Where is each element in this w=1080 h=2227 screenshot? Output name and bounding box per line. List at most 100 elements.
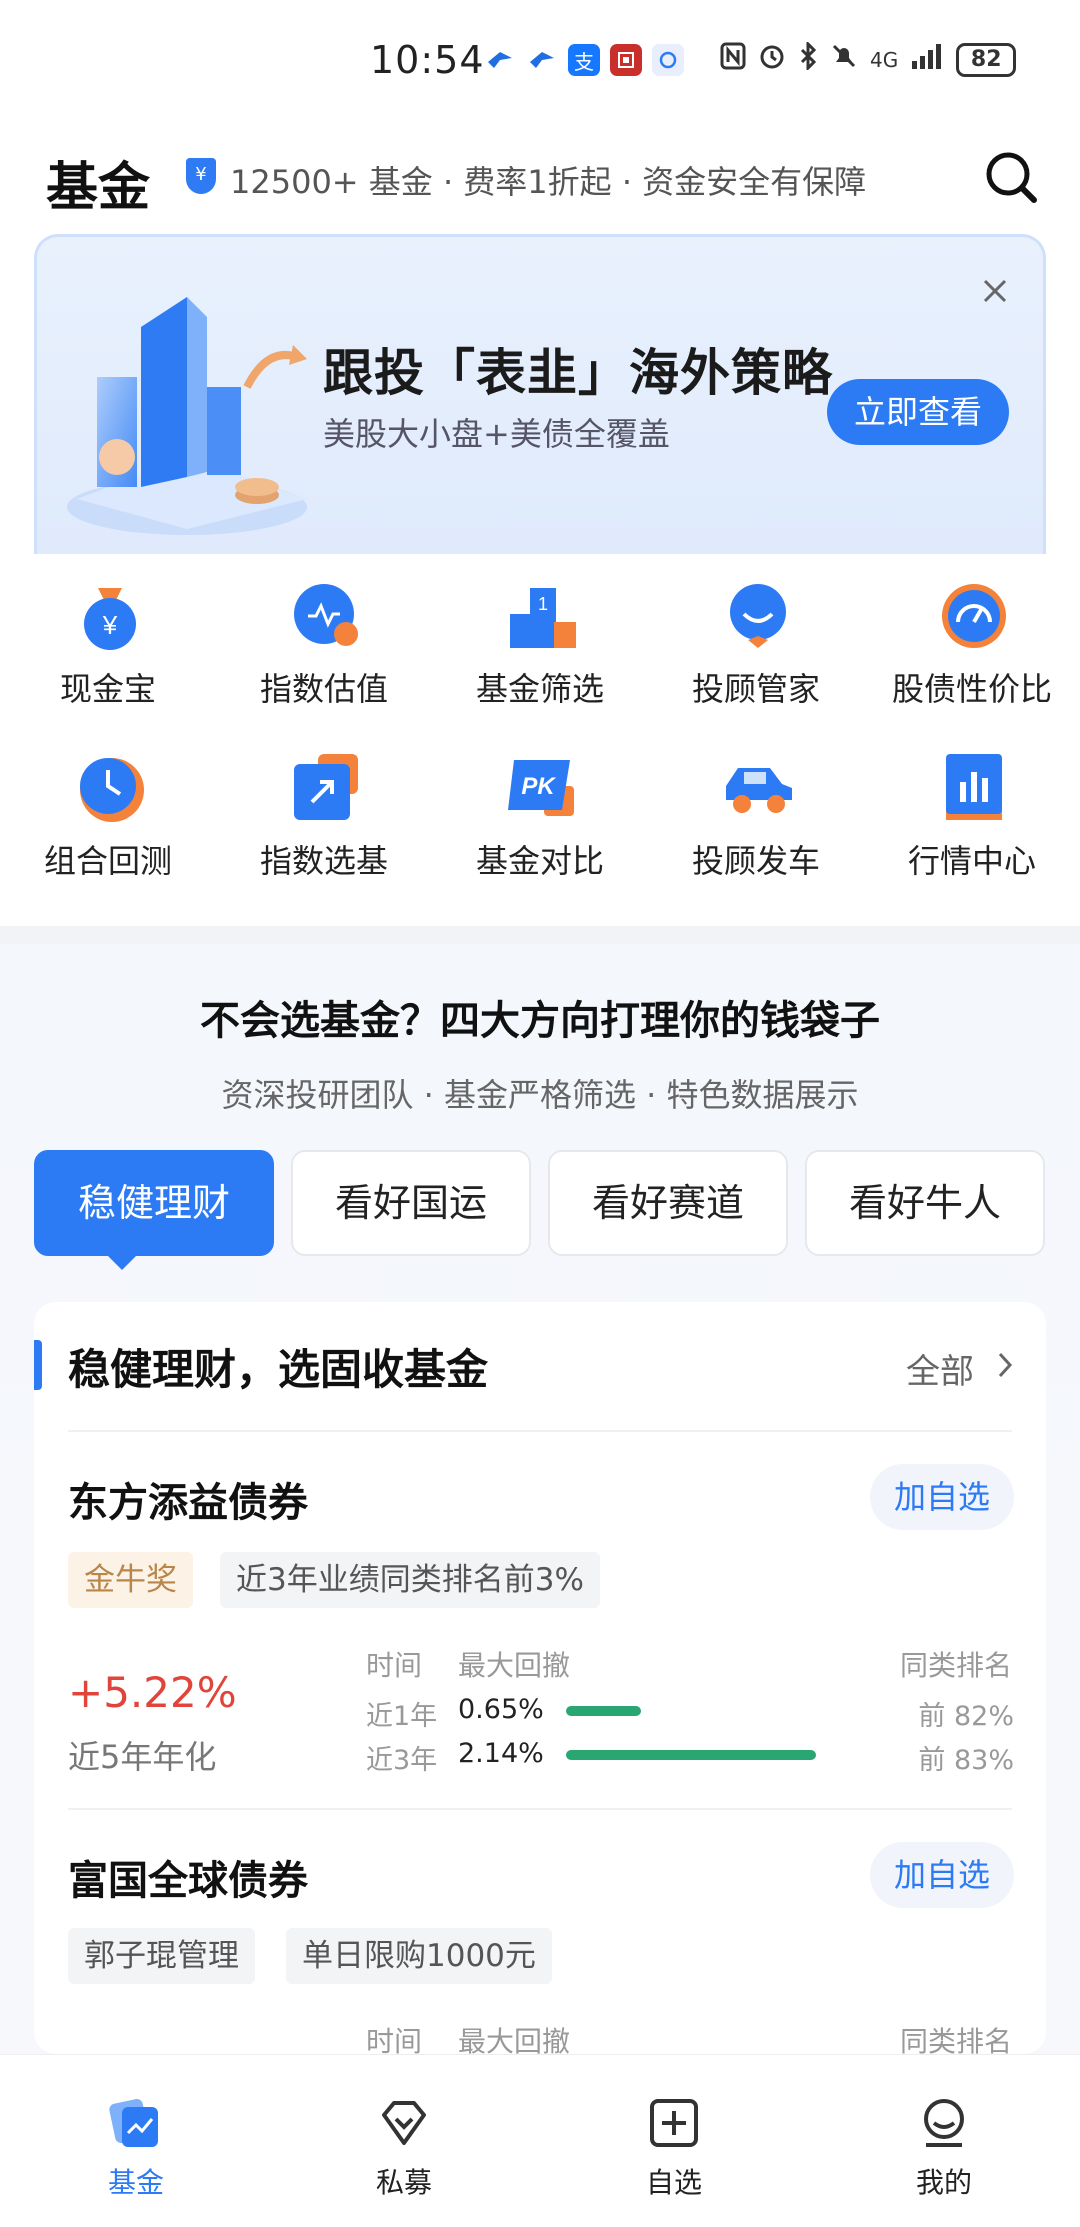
shortcut-index-valuation[interactable]: 指数估值 — [216, 556, 432, 726]
shortcut-market-center[interactable]: 行情中心 — [864, 728, 1080, 898]
search-icon — [986, 152, 1037, 203]
banner-subtitle: 美股大小盘+美债全覆盖 — [323, 415, 670, 453]
podium-icon: 1 — [510, 588, 576, 648]
svg-text:1: 1 — [538, 594, 548, 614]
network-label: 4G — [870, 47, 899, 72]
money-bag-icon: ¥ — [84, 588, 136, 650]
shortcut-label: 投顾管家 — [691, 670, 820, 708]
section-title: 不会选基金？四大方向打理你的钱袋子 — [200, 998, 880, 1044]
butler-icon — [730, 584, 786, 648]
shortcut-cash-treasure[interactable]: ¥ 现金宝 — [0, 556, 216, 726]
car-icon — [726, 768, 792, 813]
search-button[interactable] — [984, 148, 1040, 208]
svg-text:¥: ¥ — [102, 610, 118, 640]
nav-private-fund[interactable]: 私募 — [324, 2095, 484, 2215]
drawdown-bar — [566, 1750, 816, 1760]
chevron-right-icon[interactable] — [992, 1348, 1018, 1382]
promo-banner[interactable]: 跟投「表韭」海外策略 美股大小盘+美债全覆盖 立即查看 — [34, 234, 1046, 554]
signal-icon — [910, 43, 944, 76]
bank-icon — [610, 44, 642, 76]
close-icon[interactable] — [977, 273, 1013, 309]
tab-sector[interactable]: 看好赛道 — [548, 1150, 788, 1256]
section-divider — [0, 926, 1080, 944]
col-header-time: 时间 — [366, 1649, 423, 1682]
svg-text:PK: PK — [521, 773, 556, 800]
status-bar: 10:54 支 4G 82 — [0, 0, 1080, 130]
shortcut-label: 现金宝 — [59, 670, 156, 708]
bluetooth-icon — [798, 40, 818, 77]
purchase-limit-tag: 单日限购1000元 — [286, 1928, 552, 1984]
nfc-icon — [720, 42, 746, 77]
clock-icon — [80, 758, 144, 822]
nav-label: 基金 — [107, 2166, 164, 2199]
drawdown-value: 0.65% — [458, 1694, 544, 1725]
drawdown-bar — [566, 1706, 816, 1716]
gauge-icon — [942, 584, 1006, 648]
nav-watchlist[interactable]: 自选 — [594, 2095, 754, 2215]
active-tab-pointer — [106, 1254, 138, 1270]
add-watchlist-button[interactable]: 加自选 — [870, 1464, 1014, 1530]
bar-chart-icon — [946, 754, 1002, 820]
drawdown-bar-fill — [566, 1706, 641, 1716]
shortcut-advisor-butler[interactable]: 投顾管家 — [648, 556, 864, 726]
shortcut-label: 股债性价比 — [891, 670, 1052, 708]
shortcut-label: 基金筛选 — [475, 670, 604, 708]
award-tag: 金牛奖 — [68, 1552, 193, 1608]
period-label: 近3年 — [366, 1745, 438, 1776]
wechat-pay-icon — [652, 44, 684, 76]
nav-fund[interactable]: 基金 — [56, 2095, 216, 2215]
nav-label: 我的 — [915, 2166, 972, 2199]
nav-label: 私募 — [375, 2166, 432, 2199]
shield-icon: ¥ — [186, 158, 216, 194]
tab-stable-finance[interactable]: 稳健理财 — [34, 1150, 274, 1256]
col-header-drawdown: 最大回撤 — [458, 1649, 571, 1682]
banner-title: 跟投「表韭」海外策略 — [323, 344, 833, 402]
rank-value: 前 82% — [918, 1701, 1014, 1732]
alarm-icon — [758, 42, 786, 77]
page-title: 基金 — [46, 158, 151, 218]
fund-card-icon — [109, 2099, 158, 2147]
add-watchlist-button[interactable]: 加自选 — [870, 1842, 1014, 1908]
shortcut-fund-compare[interactable]: PK 基金对比 — [432, 728, 648, 898]
shortcut-stock-bond-ratio[interactable]: 股债性价比 — [864, 556, 1080, 726]
bird-app-icon — [484, 44, 516, 76]
city-buildings-illustration — [67, 297, 307, 535]
card-divider — [68, 1430, 1012, 1432]
shortcut-fund-filter[interactable]: 1 基金筛选 — [432, 556, 648, 726]
fund-divider — [68, 1808, 1012, 1810]
rank-tag: 近3年业绩同类排名前3% — [220, 1552, 600, 1608]
tab-star-managers[interactable]: 看好牛人 — [805, 1150, 1045, 1256]
category-tabs: 稳健理财 看好国运 看好赛道 看好牛人 — [34, 1150, 1046, 1256]
drawdown-value: 2.14% — [458, 1738, 544, 1769]
fund-name[interactable]: 富国全球债券 — [68, 1848, 308, 1906]
view-all-link[interactable]: 全部 — [906, 1344, 974, 1393]
bird-app-icon-2 — [526, 44, 558, 76]
bottom-nav: 基金 私募 自选 我的 — [0, 2054, 1080, 2227]
shortcut-portfolio-backtest[interactable]: 组合回测 — [0, 728, 216, 898]
shortcut-advisor-depart[interactable]: 投顾发车 — [648, 728, 864, 898]
pk-icon: PK — [508, 760, 574, 816]
status-indicators: 4G 82 — [720, 40, 1017, 77]
card-title: 稳健理财，选固收基金 — [68, 1345, 489, 1394]
fund-list-card: 稳健理财，选固收基金 全部 东方添益债券 加自选 金牛奖 近3年业绩同类排名前3… — [34, 1302, 1046, 2058]
nav-mine[interactable]: 我的 — [864, 2095, 1024, 2215]
manager-tag: 郭子琨管理 — [68, 1928, 255, 1984]
shortcut-label: 组合回测 — [43, 842, 172, 880]
tab-national-fortune[interactable]: 看好国运 — [291, 1150, 531, 1256]
battery-icon: 82 — [956, 42, 1017, 77]
period-label: 近1年 — [366, 1701, 438, 1732]
shortcut-label: 指数估值 — [259, 670, 388, 708]
shortcut-label: 基金对比 — [475, 842, 604, 880]
shortcut-label: 行情中心 — [907, 842, 1036, 880]
status-app-icons: 支 — [484, 44, 684, 76]
pulse-icon — [294, 584, 358, 646]
diamond-icon — [382, 2101, 426, 2145]
shortcut-label: 指数选基 — [259, 842, 388, 880]
col-header-rank: 同类排名 — [900, 1649, 1013, 1682]
page-header: 基金 ¥ 12500+ 基金 · 费率1折起 · 资金安全有保障 — [0, 130, 1080, 230]
banner-view-button[interactable]: 立即查看 — [827, 379, 1009, 445]
shortcut-index-fund-pick[interactable]: 指数选基 — [216, 728, 432, 898]
shortcut-label: 投顾发车 — [691, 842, 820, 880]
fund-name[interactable]: 东方添益债券 — [68, 1470, 308, 1528]
user-icon — [924, 2099, 964, 2147]
